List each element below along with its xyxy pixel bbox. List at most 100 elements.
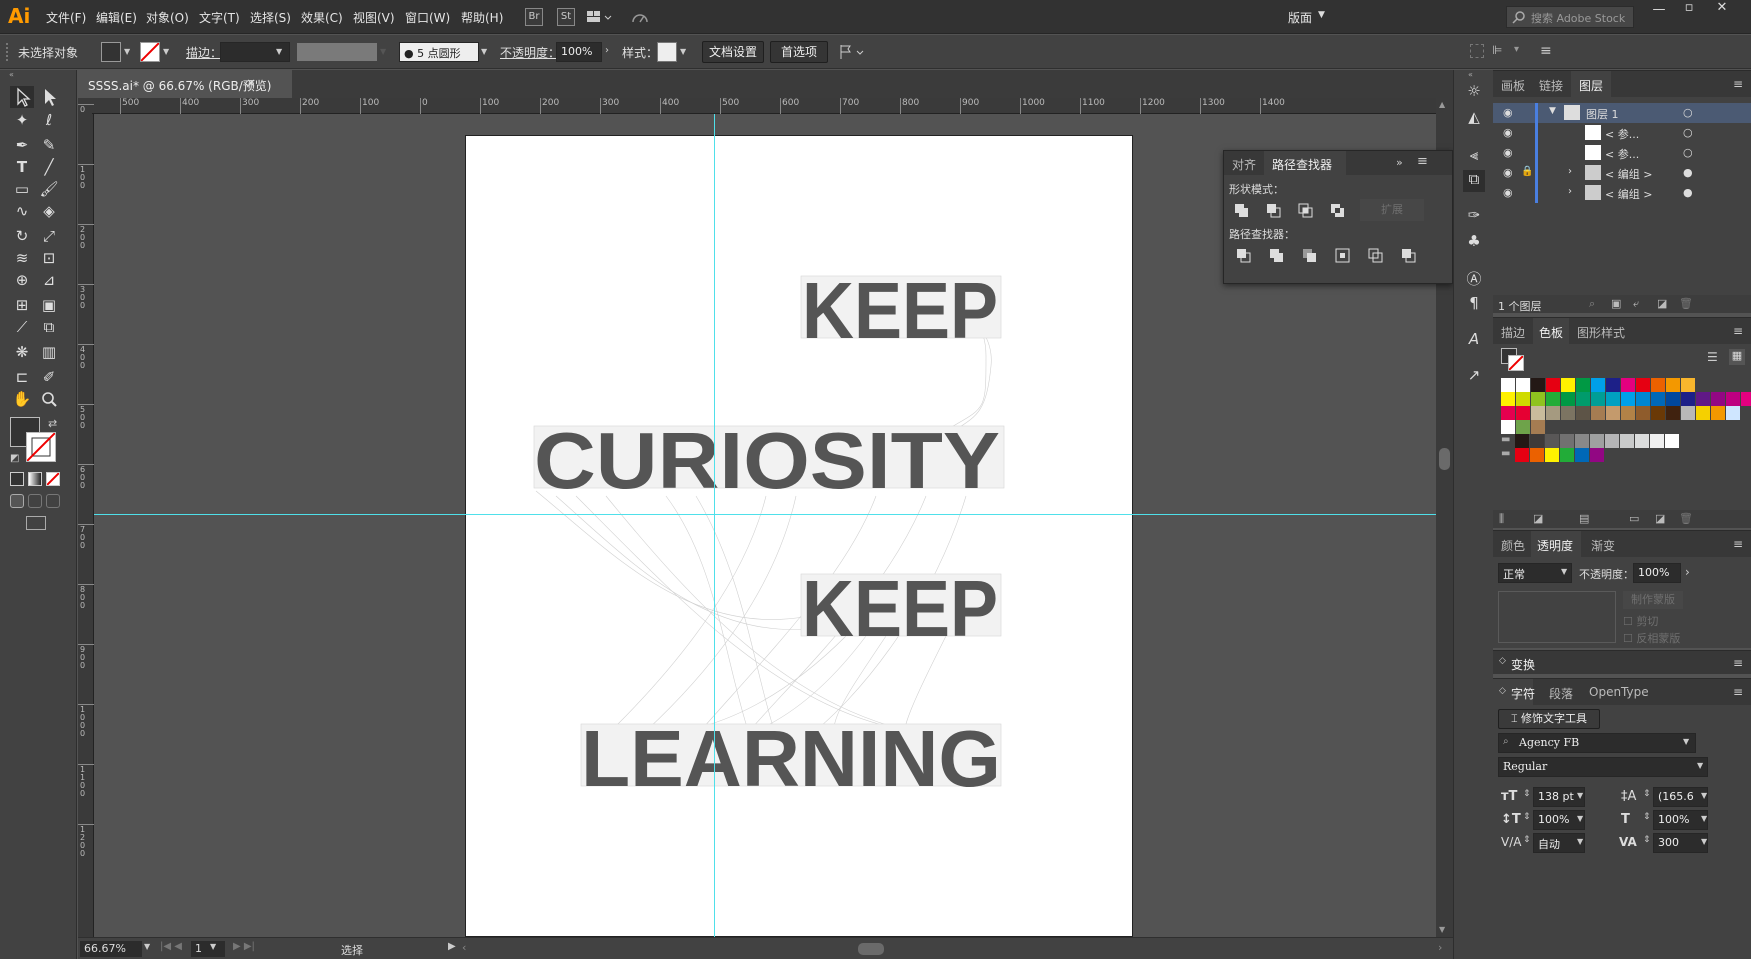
type-tool-icon[interactable]: T [10, 156, 34, 178]
color-swatch[interactable] [1590, 448, 1604, 462]
color-swatch[interactable] [1591, 406, 1605, 420]
hand-tool-icon[interactable]: ✋ [10, 388, 34, 410]
magic-wand-icon[interactable]: ✦ [10, 109, 34, 131]
graphic-styles-icon[interactable]: ◭ [1463, 108, 1485, 130]
unite-icon[interactable] [1232, 201, 1252, 221]
color-swatch[interactable] [1636, 392, 1650, 406]
color-swatch[interactable] [1545, 434, 1559, 448]
menu-help[interactable]: 帮助(H) [461, 9, 503, 26]
direct-selection-tool-icon[interactable] [37, 86, 61, 108]
menu-file[interactable]: 文件(F) [46, 9, 86, 26]
color-swatch[interactable] [1531, 406, 1545, 420]
curvature-tool-icon[interactable]: ✎ [37, 134, 61, 156]
color-swatch[interactable] [1575, 448, 1589, 462]
chevron-right-icon[interactable]: › [1568, 166, 1572, 177]
color-swatch[interactable] [1590, 434, 1604, 448]
horizontal-scale-field[interactable]: 100% [1653, 810, 1708, 830]
width-tool-icon[interactable]: ≋ [10, 247, 34, 269]
chevron-down-icon[interactable]: ▼ [1561, 567, 1567, 576]
opacity-field[interactable]: 100% [556, 42, 602, 62]
minus-front-icon[interactable] [1264, 201, 1284, 221]
stepper-icon[interactable]: ⇕ [1523, 789, 1531, 799]
color-swatch[interactable] [1636, 406, 1650, 420]
eraser-icon[interactable]: ◈ [37, 200, 61, 222]
color-swatch[interactable] [1591, 378, 1605, 392]
tab-pathfinder[interactable]: 路径查找器 [1272, 156, 1332, 173]
merge-icon[interactable] [1300, 246, 1320, 266]
stroke-label[interactable]: 描边： [186, 44, 222, 61]
isolate-icon[interactable] [1470, 44, 1484, 58]
color-swatch[interactable] [1575, 434, 1589, 448]
show-kinds-icon[interactable]: ◪ [1533, 512, 1543, 525]
minimize-button[interactable]: — [1645, 2, 1673, 20]
artboard-number[interactable]: 1 [191, 941, 225, 957]
chevron-down-icon[interactable]: ▼ [1577, 837, 1583, 846]
last-artboard-icon[interactable]: ▶ ▶| [233, 941, 255, 952]
color-swatch[interactable] [1546, 392, 1560, 406]
appearance-icon[interactable]: ☼ [1463, 82, 1485, 104]
eyedropper-icon[interactable]: ⟋ [10, 316, 34, 338]
menu-edit[interactable]: 编辑(E) [96, 9, 137, 26]
expand-dock-icon[interactable]: « [1468, 70, 1473, 79]
lock-icon[interactable]: 🔒 [1521, 166, 1533, 177]
color-swatch[interactable] [1516, 378, 1530, 392]
color-swatch[interactable] [1711, 392, 1725, 406]
layer-name[interactable]: < 编组 > [1605, 166, 1652, 182]
tab-stroke[interactable]: 描边 [1501, 324, 1525, 341]
chevron-down-icon[interactable]: ▼ [1701, 837, 1707, 846]
mesh-tool-icon[interactable]: ⊞ [10, 294, 34, 316]
color-swatch[interactable] [1501, 392, 1515, 406]
zoom-level[interactable]: 66.67% [80, 941, 142, 957]
artboard-tool-icon[interactable]: ⊏ [10, 366, 34, 388]
stroke-color[interactable] [26, 432, 56, 462]
tab-paragraph[interactable]: 段落 [1549, 685, 1573, 702]
color-swatch[interactable] [1515, 434, 1529, 448]
menu-select[interactable]: 选择(S) [250, 9, 291, 26]
new-color-group-icon[interactable]: ▭ [1629, 512, 1639, 525]
panel-menu-icon[interactable]: ≡ [1733, 324, 1743, 338]
scrollbar-thumb[interactable] [1439, 448, 1450, 470]
shaper-tool-icon[interactable]: ∿ [10, 200, 34, 222]
collapse-toggle-icon[interactable]: ◇ [1499, 656, 1506, 666]
none-mode-icon[interactable] [46, 472, 60, 486]
draw-behind-icon[interactable] [28, 494, 42, 508]
stock-button[interactable]: St [557, 8, 575, 26]
color-swatch[interactable] [1515, 448, 1529, 462]
layer-name[interactable]: < 编组 > [1605, 186, 1652, 202]
color-swatch[interactable] [1546, 406, 1560, 420]
color-swatch[interactable] [1516, 392, 1530, 406]
shape-builder-icon[interactable]: ⊕ [10, 269, 34, 291]
target-icon[interactable]: ● [1683, 186, 1693, 199]
chevron-down-icon[interactable]: ▼ [124, 47, 130, 56]
stroke-swatch[interactable] [140, 42, 160, 62]
crop-icon[interactable] [1333, 246, 1353, 266]
layer-row[interactable]: ◉ › < 编组 > ● [1493, 183, 1751, 203]
arrange-documents-icon[interactable] [586, 8, 616, 26]
scale-tool-icon[interactable]: ⤢ [37, 225, 61, 247]
color-swatch[interactable] [1636, 378, 1650, 392]
font-family-field[interactable]: Agency FB [1498, 733, 1696, 753]
align-icon[interactable]: ⊫ [1492, 43, 1502, 57]
perspective-grid-icon[interactable]: ⊿ [37, 269, 61, 291]
color-swatch[interactable] [1741, 392, 1751, 406]
make-mask-button[interactable]: 制作蒙版 [1623, 591, 1683, 609]
transparency-opacity-field[interactable]: 100% [1633, 563, 1681, 583]
symbols-icon[interactable]: ♣ [1463, 232, 1485, 254]
glyphs-icon[interactable]: A [1463, 330, 1485, 352]
color-swatch[interactable] [1726, 406, 1740, 420]
color-swatch[interactable] [1666, 406, 1680, 420]
color-swatch[interactable] [1621, 392, 1635, 406]
new-layer-icon[interactable]: ◪ [1657, 297, 1667, 310]
color-swatch[interactable] [1501, 406, 1515, 420]
workspace-switcher[interactable]: 版面 [1288, 9, 1312, 26]
brushes-icon[interactable]: ✑ [1463, 206, 1485, 228]
swatch-stroke-preview[interactable] [1508, 355, 1524, 371]
swatch-library-icon[interactable]: ⫼ [1499, 512, 1504, 526]
blend-tool-icon[interactable]: ⧉ [37, 316, 61, 338]
layer-name[interactable]: 图层 1 [1586, 106, 1619, 122]
color-swatch[interactable] [1621, 378, 1635, 392]
outline-icon[interactable] [1366, 246, 1386, 266]
layer-row[interactable]: ◉ < 参... ○ [1493, 123, 1751, 143]
color-swatch[interactable] [1665, 434, 1679, 448]
tab-opentype[interactable]: OpenType [1589, 685, 1649, 699]
